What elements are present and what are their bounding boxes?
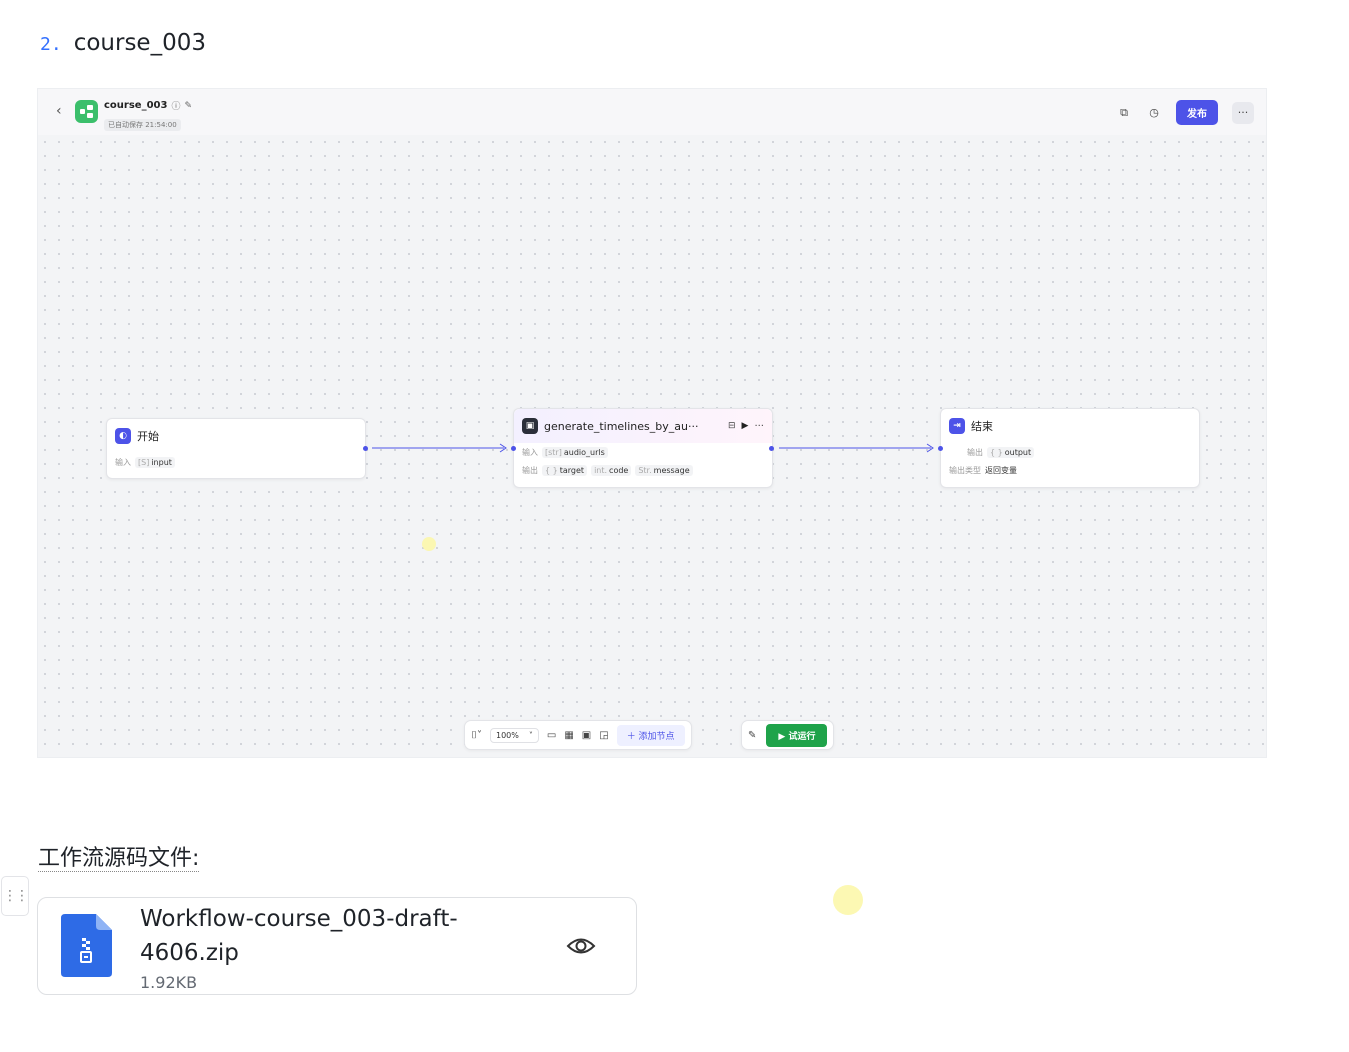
end-input-port[interactable] xyxy=(938,446,943,451)
more-options-button[interactable]: ··· xyxy=(1232,101,1254,124)
start-node-icon: ◐ xyxy=(115,428,131,444)
start-input-tag: [S] input xyxy=(135,456,175,468)
end-node[interactable]: ⇥ 结束 输出 { } output 输出类型 返回变量 xyxy=(940,408,1200,488)
end-output-kind-label: 输出类型 xyxy=(949,465,981,475)
file-size: 1.92KB xyxy=(140,973,198,992)
end-output-kind-value: 返回变量 xyxy=(985,465,1017,475)
comment-icon[interactable]: ▭ xyxy=(547,730,556,741)
start-output-port[interactable] xyxy=(363,446,368,451)
workflow-topbar: ‹ course_003 ⓘ ✎ 已自动保存 21:54:00 ⧉ ◷ 发布 ·… xyxy=(38,89,1266,136)
plugin-input-tag: [str] audio_urls xyxy=(542,446,608,458)
image-icon[interactable]: ▣ xyxy=(582,730,591,741)
file-attachment-card[interactable]: Workflow-course_003-draft-4606.zip 1.92K… xyxy=(37,897,637,995)
plugin-node-more-icon[interactable]: ··· xyxy=(754,421,764,432)
workflow-screenshot: ‹ course_003 ⓘ ✎ 已自动保存 21:54:00 ⧉ ◷ 发布 ·… xyxy=(37,88,1267,758)
plugin-node-icon: ▣ xyxy=(522,418,538,434)
plugin-node-test-icon[interactable]: ⊟ xyxy=(728,421,736,431)
plugin-node-title: generate_timelines_by_au··· xyxy=(544,419,699,433)
plugin-node-run-icon[interactable]: ▶ xyxy=(742,421,749,431)
plugin-output-port[interactable] xyxy=(769,446,774,451)
end-node-icon: ⇥ xyxy=(949,418,965,434)
zoom-select[interactable]: 100% ˅ xyxy=(490,727,539,743)
info-icon[interactable]: ⓘ xyxy=(171,99,180,112)
plugin-node[interactable]: ▣ generate_timelines_by_au··· ⊟ ▶ ··· 输入… xyxy=(513,408,773,488)
end-output-tag: { } output xyxy=(987,446,1035,458)
add-node-button[interactable]: ＋ 添加节点 xyxy=(616,724,685,746)
section-heading: 2. course_003 xyxy=(40,30,206,56)
copy-icon[interactable]: ⧉ xyxy=(1116,105,1132,121)
file-name[interactable]: Workflow-course_003-draft-4606.zip xyxy=(140,902,470,970)
start-node-title: 开始 xyxy=(137,430,159,443)
zip-file-icon xyxy=(61,914,112,977)
workflow-canvas[interactable]: ◐ 开始 输入 [S] input ▣ generate_timelines_by… xyxy=(38,135,1266,757)
heading-number: 2. xyxy=(40,34,62,55)
plugin-output-tag: int. code xyxy=(591,464,632,476)
test-run-button[interactable]: ▶ 试运行 xyxy=(766,723,828,747)
plugin-output-tag: { } target xyxy=(542,464,588,476)
drag-handle-icon[interactable]: ⋮⋮ xyxy=(1,876,29,916)
back-chevron-icon[interactable]: ‹ xyxy=(56,103,62,119)
edit-icon[interactable]: ✎ xyxy=(184,101,192,111)
cursor-highlight xyxy=(833,885,863,915)
preview-eye-icon[interactable] xyxy=(566,934,596,958)
history-icon[interactable]: ◷ xyxy=(1146,105,1162,121)
cursor-highlight xyxy=(422,537,436,551)
run-toolbar: ✎ ▶ 试运行 xyxy=(741,720,835,750)
publish-button[interactable]: 发布 xyxy=(1176,100,1218,125)
workflow-name: course_003 xyxy=(104,100,168,111)
start-input-label: 输入 xyxy=(115,457,131,467)
workflow-app-icon xyxy=(75,100,98,123)
end-output-label: 输出 xyxy=(967,447,983,457)
minimap-icon[interactable]: ◲ xyxy=(599,730,608,741)
autosave-status: 已自动保存 21:54:00 xyxy=(104,119,181,131)
plugin-input-port[interactable] xyxy=(511,446,516,451)
layout-icon[interactable]: ▦ xyxy=(564,730,573,741)
mouse-mode-icon[interactable]: ⌷˅ xyxy=(471,730,482,741)
plugin-output-label: 输出 xyxy=(522,465,538,475)
heading-title: course_003 xyxy=(73,30,206,56)
end-node-title: 结束 xyxy=(971,420,993,433)
canvas-toolbar: ⌷˅ 100% ˅ ▭ ▦ ▣ ◲ ＋ 添加节点 xyxy=(464,720,692,750)
start-node[interactable]: ◐ 开始 输入 [S] input xyxy=(106,418,366,479)
debug-icon[interactable]: ✎ xyxy=(748,730,756,741)
plugin-input-label: 输入 xyxy=(522,447,538,457)
source-file-label: 工作流源码文件: xyxy=(38,846,200,872)
plugin-output-tag: Str. message xyxy=(635,464,693,476)
